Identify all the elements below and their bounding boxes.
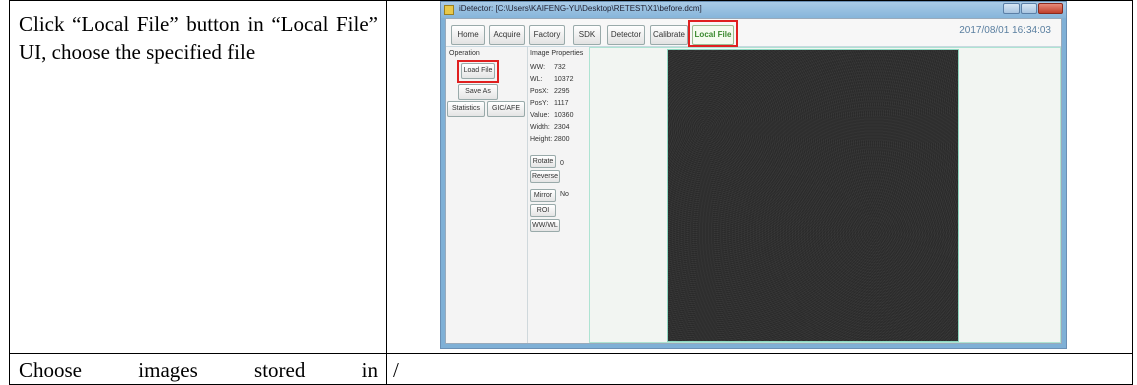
datetime-readout: 2017/08/01 16:34:03	[959, 25, 1051, 36]
prop-width: Width: 2304	[530, 124, 570, 131]
acquire-tab[interactable]: Acquire	[489, 25, 525, 45]
highlight-box-local-file	[688, 20, 738, 47]
rotate-button[interactable]: Rotate	[530, 155, 556, 168]
factory-tab[interactable]: Factory	[529, 25, 565, 45]
prop-ww: WW: 732	[530, 64, 566, 71]
app-client-area: Home Acquire Factory SDK Detector Calibr…	[445, 18, 1062, 344]
image-viewer	[589, 47, 1061, 343]
close-button[interactable]	[1038, 3, 1063, 14]
main-toolbar: Home Acquire Factory SDK Detector Calibr…	[446, 19, 1061, 47]
mirror-value: No	[560, 191, 569, 198]
app-icon	[444, 5, 454, 15]
home-tab[interactable]: Home	[451, 25, 485, 45]
image-properties-panel: Image Properties WW: 732 WL: 10372 PosX: 22…	[527, 47, 590, 343]
statistics-button[interactable]: Statistics	[447, 101, 485, 117]
step-row-1: Click “Local File” button in “Local File…	[9, 0, 1133, 354]
step-description: Click “Local File” button in “Local File…	[19, 12, 378, 64]
roi-button[interactable]: ROI	[530, 204, 556, 217]
prop-value: Value: 10360	[530, 112, 574, 119]
window-titlebar: iDetector: [C:\Users\KAIFENG-YU\Desktop\…	[441, 2, 1066, 18]
procedure-table: Click “Local File” button in “Local File…	[9, 0, 1133, 385]
reverse-button[interactable]: Reverse	[530, 170, 560, 183]
gic-afe-button[interactable]: GIC/AFE	[487, 101, 525, 117]
xray-image	[667, 49, 959, 342]
app-window-screenshot: iDetector: [C:\Users\KAIFENG-YU\Desktop\…	[440, 1, 1067, 349]
image-properties-header: Image Properties	[530, 50, 584, 57]
calibrate-tab[interactable]: Calibrate	[650, 25, 688, 45]
screenshot-cell: iDetector: [C:\Users\KAIFENG-YU\Desktop\…	[386, 0, 1133, 354]
prop-posy: PosY: 1117	[530, 100, 569, 107]
mirror-button[interactable]: Mirror	[530, 189, 556, 202]
ww-wl-button[interactable]: WW/WL	[530, 219, 560, 232]
maximize-button[interactable]	[1021, 3, 1037, 14]
prop-height: Height: 2800	[530, 136, 570, 143]
rotate-value: 0	[560, 160, 564, 167]
step-cell: Click “Local File” button in “Local File…	[9, 0, 387, 354]
save-as-button[interactable]: Save As	[458, 84, 498, 100]
minimize-button[interactable]	[1003, 3, 1020, 14]
sdk-tab[interactable]: SDK	[573, 25, 601, 45]
prop-posx: PosX: 2295	[530, 88, 570, 95]
detector-tab[interactable]: Detector	[607, 25, 645, 45]
highlight-box-load-file	[457, 60, 499, 83]
prop-wl: WL: 10372	[530, 76, 574, 83]
operation-header: Operation	[449, 50, 480, 57]
operation-panel: Operation Load File Save As Statistics G…	[446, 47, 528, 343]
window-title: iDetector: [C:\Users\KAIFENG-YU\Desktop\…	[459, 4, 702, 13]
